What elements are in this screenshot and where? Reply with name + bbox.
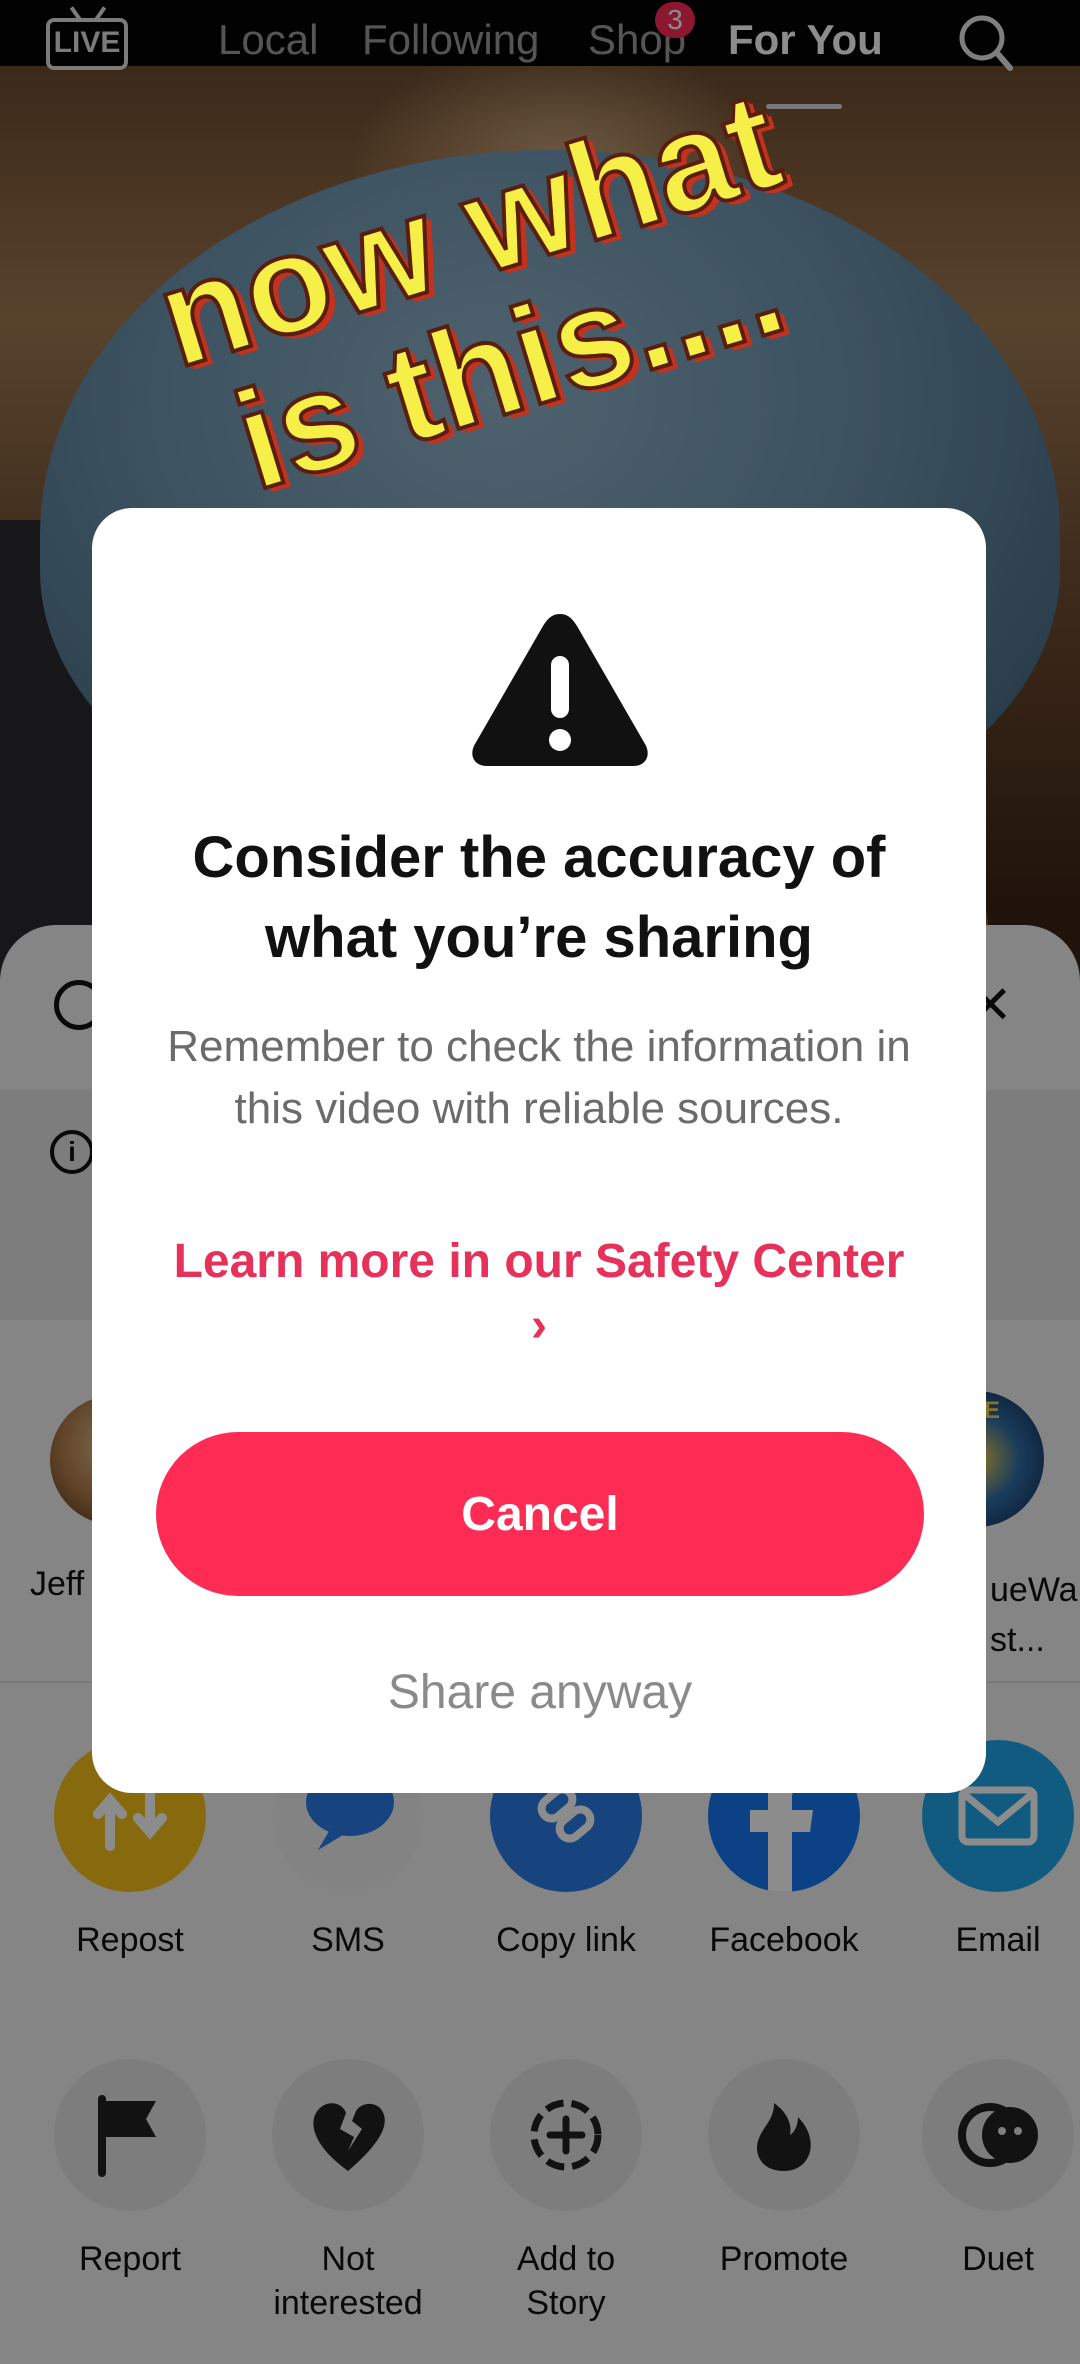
dialog-title: Consider the accuracy of what you’re sha… (192, 825, 886, 970)
accuracy-warning-dialog: Consider the accuracy of what you’re sha… (92, 508, 986, 1793)
warning-icon (472, 614, 648, 766)
dialog-body: Remember to check the information in thi… (167, 1022, 911, 1133)
share-anyway-button[interactable]: Share anyway (156, 1658, 924, 1728)
safety-center-link[interactable]: Learn more in our Safety Center › (162, 1230, 916, 1358)
cancel-button[interactable]: Cancel (156, 1432, 924, 1596)
